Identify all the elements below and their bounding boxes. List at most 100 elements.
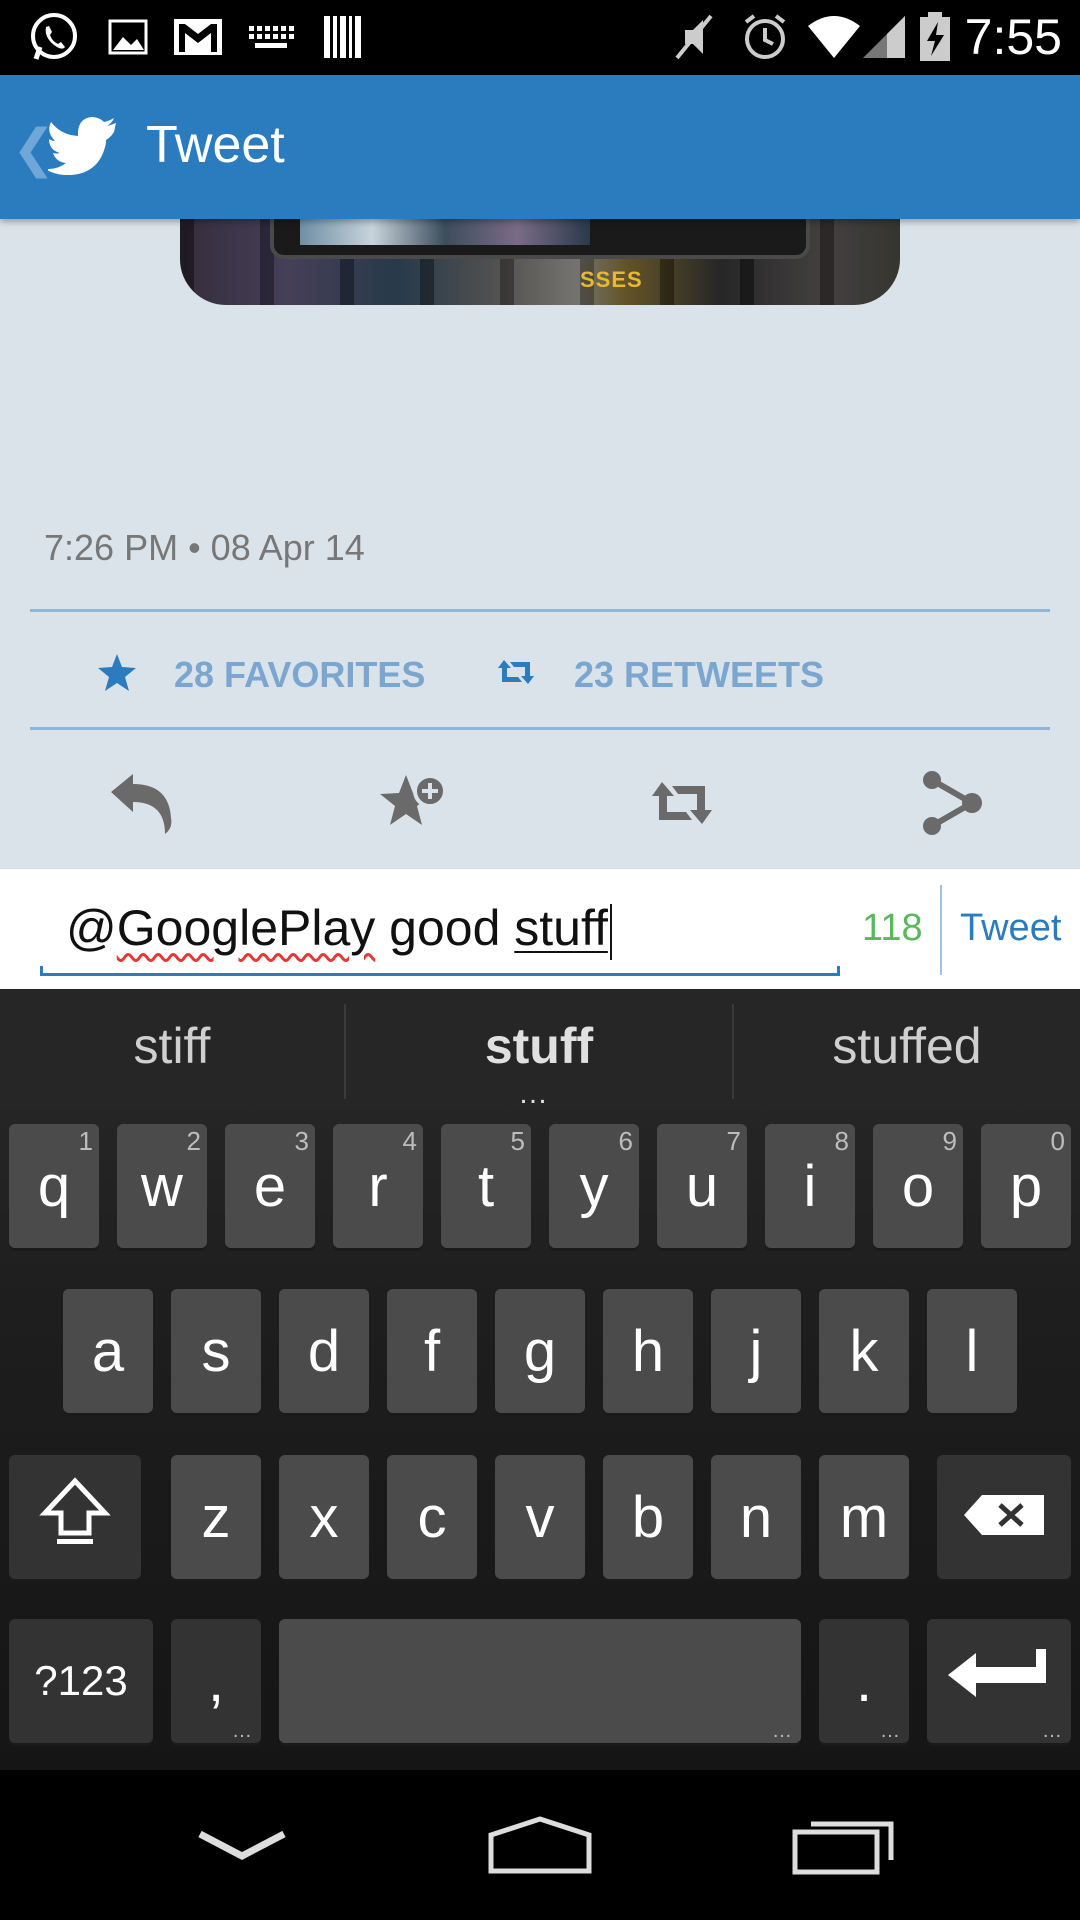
key-label: k [849, 1318, 879, 1384]
key-label: i [803, 1153, 817, 1219]
tweet-stats: 28 FAVORITES 23 RETWEETS [0, 612, 1080, 730]
symbols-key[interactable]: ?123 [9, 1619, 153, 1743]
soft-keyboard: stiff stuff … stuffed q1 w2 e3 r4 t5 y6 … [0, 989, 1080, 1770]
key-label: m [839, 1484, 889, 1550]
key-a[interactable]: a [63, 1289, 153, 1413]
favorite-add-icon[interactable] [374, 765, 450, 841]
recents-icon[interactable] [784, 1800, 904, 1890]
key-u[interactable]: u7 [657, 1124, 747, 1248]
key-b[interactable]: b [603, 1455, 693, 1579]
key-s[interactable]: s [171, 1289, 261, 1413]
backspace-key[interactable] [937, 1455, 1071, 1579]
favorites-star-icon [96, 652, 138, 698]
key-label: e [253, 1153, 287, 1219]
key-more-dots: … [772, 1720, 793, 1742]
backspace-icon [962, 1484, 1046, 1551]
tweet-input[interactable]: @GooglePlay good stuff [66, 899, 612, 960]
divider-bottom [30, 727, 1050, 730]
status-bar: 7:55 [0, 0, 1080, 75]
key-more-dots: … [1042, 1720, 1063, 1742]
key-label: h [631, 1318, 665, 1384]
clock: 7:55 [964, 9, 1062, 65]
suggestion-strip: stiff stuff … stuffed [0, 989, 1080, 1110]
key-w[interactable]: w2 [117, 1124, 207, 1248]
key-label: j [749, 1318, 763, 1384]
key-p[interactable]: p0 [981, 1124, 1071, 1248]
key-label: a [91, 1318, 125, 1384]
key-n[interactable]: n [711, 1455, 801, 1579]
retweet-icon[interactable] [644, 765, 720, 841]
key-d[interactable]: d [279, 1289, 369, 1413]
media-caption-text: SSES [580, 267, 643, 292]
key-label: g [523, 1318, 557, 1384]
share-icon[interactable] [914, 765, 990, 841]
key-m[interactable]: m [819, 1455, 909, 1579]
compose-mention: GooglePlay [116, 900, 376, 956]
key-i[interactable]: i8 [765, 1124, 855, 1248]
action-bar: ❮ Tweet [0, 75, 1080, 219]
key-g[interactable]: g [495, 1289, 585, 1413]
alarm-icon [738, 12, 792, 62]
key-l[interactable]: l [927, 1289, 1017, 1413]
battery-charging-icon [916, 12, 954, 62]
space-bar[interactable]: … [279, 1619, 801, 1743]
period-key[interactable]: .… [819, 1619, 909, 1743]
suggestion-right[interactable]: stuffed [734, 1017, 1080, 1075]
reply-icon[interactable] [104, 765, 180, 841]
shift-key[interactable] [9, 1455, 141, 1579]
key-hint: 6 [618, 1126, 633, 1156]
key-x[interactable]: x [279, 1455, 369, 1579]
tweet-detail: SSES 7:26 PM • 08 Apr 14 28 FAVORITES 23… [0, 219, 1080, 869]
retweets-icon [496, 656, 536, 692]
media-phone-screen [300, 219, 590, 245]
key-y[interactable]: y6 [549, 1124, 639, 1248]
key-q[interactable]: q1 [9, 1124, 99, 1248]
key-v[interactable]: v [495, 1455, 585, 1579]
key-label: w [141, 1153, 183, 1219]
key-r[interactable]: r4 [333, 1124, 423, 1248]
input-underline [40, 966, 840, 976]
keyboard-icon [246, 12, 296, 62]
key-j[interactable]: j [711, 1289, 801, 1413]
key-hint: 5 [510, 1126, 525, 1156]
key-label: n [739, 1484, 773, 1550]
key-label: x [309, 1484, 339, 1550]
key-label: r [368, 1153, 388, 1219]
hide-keyboard-icon[interactable] [182, 1800, 302, 1890]
twitter-bird-icon[interactable] [45, 115, 118, 179]
suggestion-center[interactable]: stuff [346, 1017, 732, 1075]
suggestion-left[interactable]: stiff [0, 1017, 344, 1075]
key-label: y [579, 1153, 609, 1219]
tweet-actions [0, 731, 1080, 869]
key-label: o [901, 1153, 935, 1219]
key-label: p [1009, 1153, 1043, 1219]
suggestion-more-dots: … [518, 1077, 550, 1110]
key-c[interactable]: c [387, 1455, 477, 1579]
key-label: c [417, 1484, 447, 1550]
compose-at-sign: @ [66, 900, 117, 956]
key-h[interactable]: h [603, 1289, 693, 1413]
key-k[interactable]: k [819, 1289, 909, 1413]
mute-icon [668, 12, 722, 62]
wifi-icon [806, 12, 862, 62]
key-hint: 4 [402, 1126, 417, 1156]
compose-text-middle: good [375, 900, 515, 956]
key-e[interactable]: e3 [225, 1124, 315, 1248]
gmail-icon [172, 12, 224, 62]
favorites-count[interactable]: 28 FAVORITES [174, 654, 425, 696]
key-o[interactable]: o9 [873, 1124, 963, 1248]
key-z[interactable]: z [171, 1455, 261, 1579]
key-t[interactable]: t5 [441, 1124, 531, 1248]
character-count: 118 [862, 907, 923, 949]
compose-composing-word: stuff [514, 900, 608, 956]
home-icon[interactable] [480, 1800, 600, 1890]
retweets-count[interactable]: 23 RETWEETS [574, 654, 824, 696]
key-hint: 3 [294, 1126, 309, 1156]
tweet-media-image[interactable]: SSES [180, 219, 900, 305]
key-label: z [201, 1484, 231, 1550]
key-f[interactable]: f [387, 1289, 477, 1413]
comma-key[interactable]: ,… [171, 1619, 261, 1743]
enter-key[interactable]: … [927, 1619, 1071, 1743]
tweet-submit-button[interactable]: Tweet [960, 907, 1061, 950]
key-label: ?123 [34, 1657, 128, 1704]
